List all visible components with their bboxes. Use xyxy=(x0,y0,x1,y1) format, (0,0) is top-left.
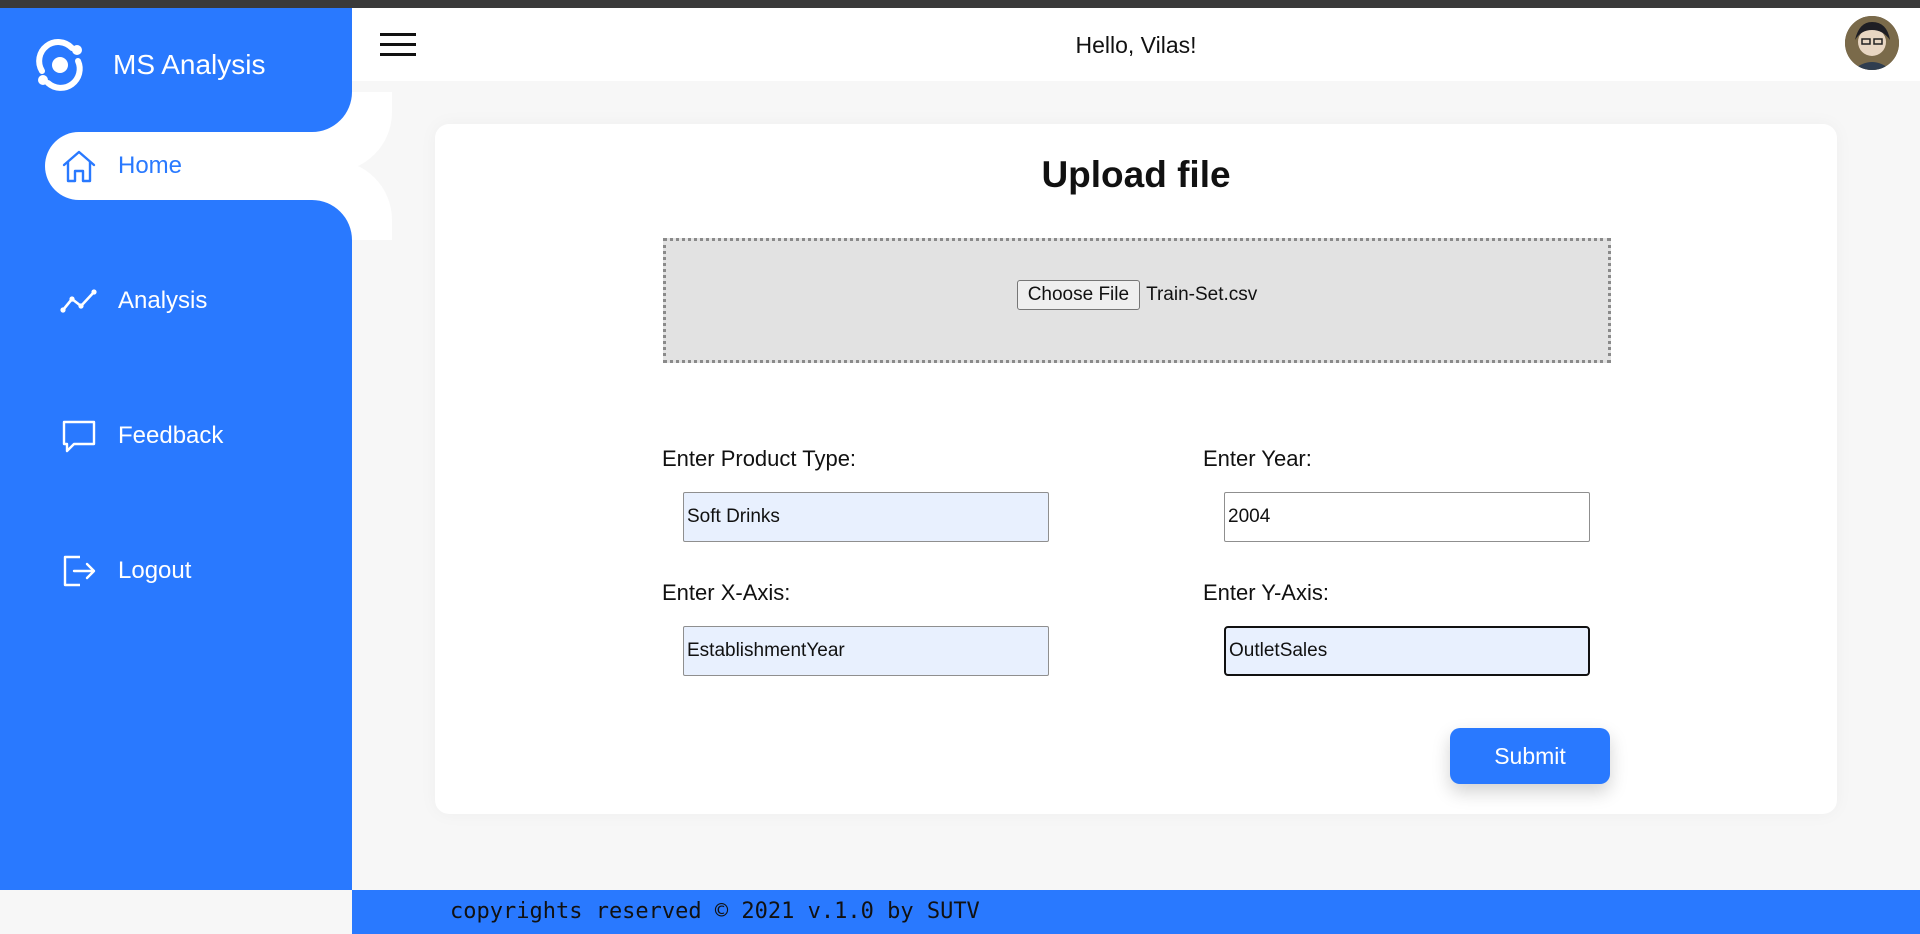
selected-file-name: Train-Set.csv xyxy=(1146,284,1258,305)
logout-icon xyxy=(59,551,99,591)
greeting-text: Hello, Vilas! xyxy=(1075,32,1197,58)
file-dropzone[interactable]: Choose File Train-Set.csv xyxy=(663,238,1611,363)
browser-top-strip xyxy=(0,0,1920,8)
sidebar-item-feedback[interactable]: Feedback xyxy=(45,402,352,470)
y-axis-label: Enter Y-Axis: xyxy=(1203,580,1329,605)
sidebar-item-home[interactable]: Home xyxy=(45,132,352,200)
sidebar-item-label: Feedback xyxy=(118,422,224,449)
app-name: MS Analysis xyxy=(113,49,266,80)
footer-copyright: copyrights reserved © 2021 v.1.0 by SUTV xyxy=(450,899,980,924)
product-type-label: Enter Product Type: xyxy=(662,446,857,471)
sidebar-item-label: Analysis xyxy=(118,287,208,314)
brand[interactable]: MS Analysis xyxy=(32,36,266,94)
upload-card: Upload file Choose File Train-Set.csv En… xyxy=(435,124,1837,814)
product-type-input[interactable] xyxy=(683,492,1049,542)
y-axis-input[interactable] xyxy=(1224,626,1590,676)
footer: copyrights reserved © 2021 v.1.0 by SUTV xyxy=(352,890,1920,934)
year-label: Enter Year: xyxy=(1203,446,1312,471)
top-header: Hello, Vilas! xyxy=(352,8,1920,81)
sidebar-item-analysis[interactable]: Analysis xyxy=(45,267,352,335)
x-axis-input[interactable] xyxy=(683,626,1049,676)
year-input[interactable] xyxy=(1224,492,1590,542)
x-axis-label: Enter X-Axis: xyxy=(662,580,791,605)
sidebar-item-label: Home xyxy=(118,152,183,179)
trend-line-icon xyxy=(59,281,99,321)
home-icon xyxy=(59,146,99,186)
choose-file-button[interactable]: Choose File xyxy=(1016,280,1141,310)
brand-logo-icon xyxy=(36,39,83,91)
submit-button[interactable]: Submit xyxy=(1450,728,1610,784)
sidebar-item-label: Logout xyxy=(118,557,192,584)
user-avatar[interactable] xyxy=(1845,16,1899,70)
sidebar-item-logout[interactable]: Logout xyxy=(45,537,352,605)
file-input-row: Choose File Train-Set.csv xyxy=(666,280,1608,310)
page-title: Upload file xyxy=(1041,154,1231,195)
chat-bubble-icon xyxy=(59,416,99,456)
sidebar: MS Analysis Home Analysis Feedback Logou… xyxy=(0,8,352,890)
